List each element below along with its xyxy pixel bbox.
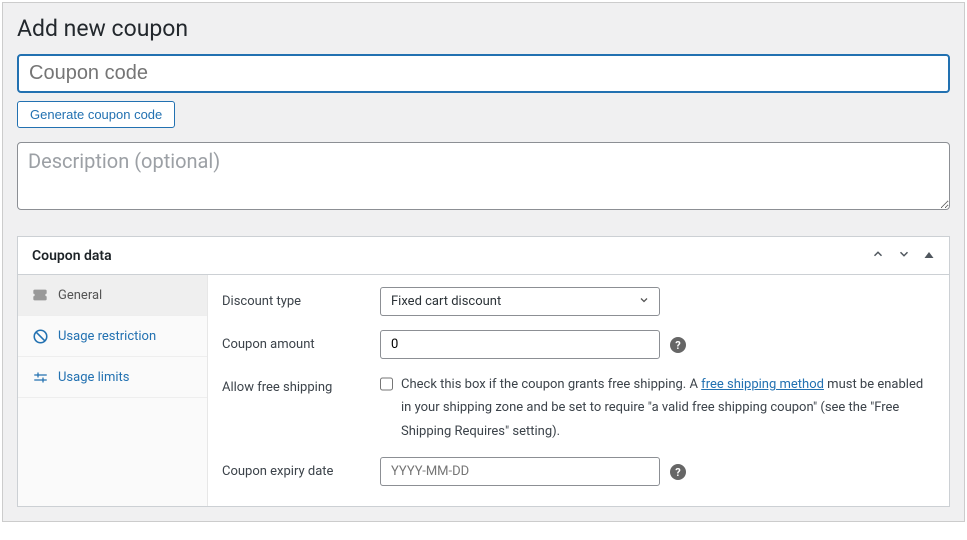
free-shipping-checkbox[interactable] (380, 376, 393, 392)
sliders-icon (32, 369, 48, 385)
free-shipping-label: Allow free shipping (222, 373, 380, 395)
tab-usage-restriction-label: Usage restriction (58, 329, 156, 344)
free-shipping-row: Allow free shipping Check this box if th… (222, 373, 935, 443)
description-input[interactable] (17, 142, 950, 210)
tab-usage-limits[interactable]: Usage limits (18, 357, 207, 398)
coupon-data-metabox: Coupon data General (17, 236, 950, 507)
expiry-date-label: Coupon expiry date (222, 457, 380, 479)
page-title: Add new coupon (17, 15, 950, 42)
discount-type-row: Discount type Fixed cart discount (222, 287, 935, 316)
coupon-code-input[interactable] (17, 54, 950, 93)
metabox-tabs: General Usage restriction Usage limits (18, 275, 208, 506)
discount-type-select[interactable]: Fixed cart discount (380, 287, 660, 316)
coupon-amount-row: Coupon amount ? (222, 330, 935, 359)
help-icon[interactable]: ? (670, 464, 686, 480)
coupon-amount-label: Coupon amount (222, 330, 380, 352)
tab-general[interactable]: General (18, 275, 207, 316)
metabox-header: Coupon data (18, 237, 949, 275)
expiry-date-input[interactable] (380, 457, 660, 486)
ticket-icon (32, 287, 48, 303)
move-down-icon[interactable] (897, 247, 911, 264)
tab-usage-restriction[interactable]: Usage restriction (18, 316, 207, 357)
metabox-body: General Usage restriction Usage limits (18, 275, 949, 506)
coupon-amount-input[interactable] (380, 330, 660, 359)
help-icon[interactable]: ? (670, 337, 686, 353)
general-panel: Discount type Fixed cart discount (208, 275, 949, 506)
metabox-title: Coupon data (32, 248, 112, 264)
coupon-editor-panel: Add new coupon Generate coupon code Coup… (2, 2, 965, 522)
block-icon (32, 328, 48, 344)
metabox-controls (871, 247, 935, 264)
toggle-collapse-icon[interactable] (923, 248, 935, 264)
expiry-date-row: Coupon expiry date ? (222, 457, 935, 486)
free-shipping-description: Check this box if the coupon grants free… (401, 373, 935, 443)
generate-coupon-code-button[interactable]: Generate coupon code (17, 101, 175, 128)
discount-type-label: Discount type (222, 287, 380, 309)
free-shipping-method-link[interactable]: free shipping method (701, 377, 824, 392)
tab-usage-limits-label: Usage limits (58, 370, 129, 385)
move-up-icon[interactable] (871, 247, 885, 264)
tab-general-label: General (58, 288, 102, 303)
